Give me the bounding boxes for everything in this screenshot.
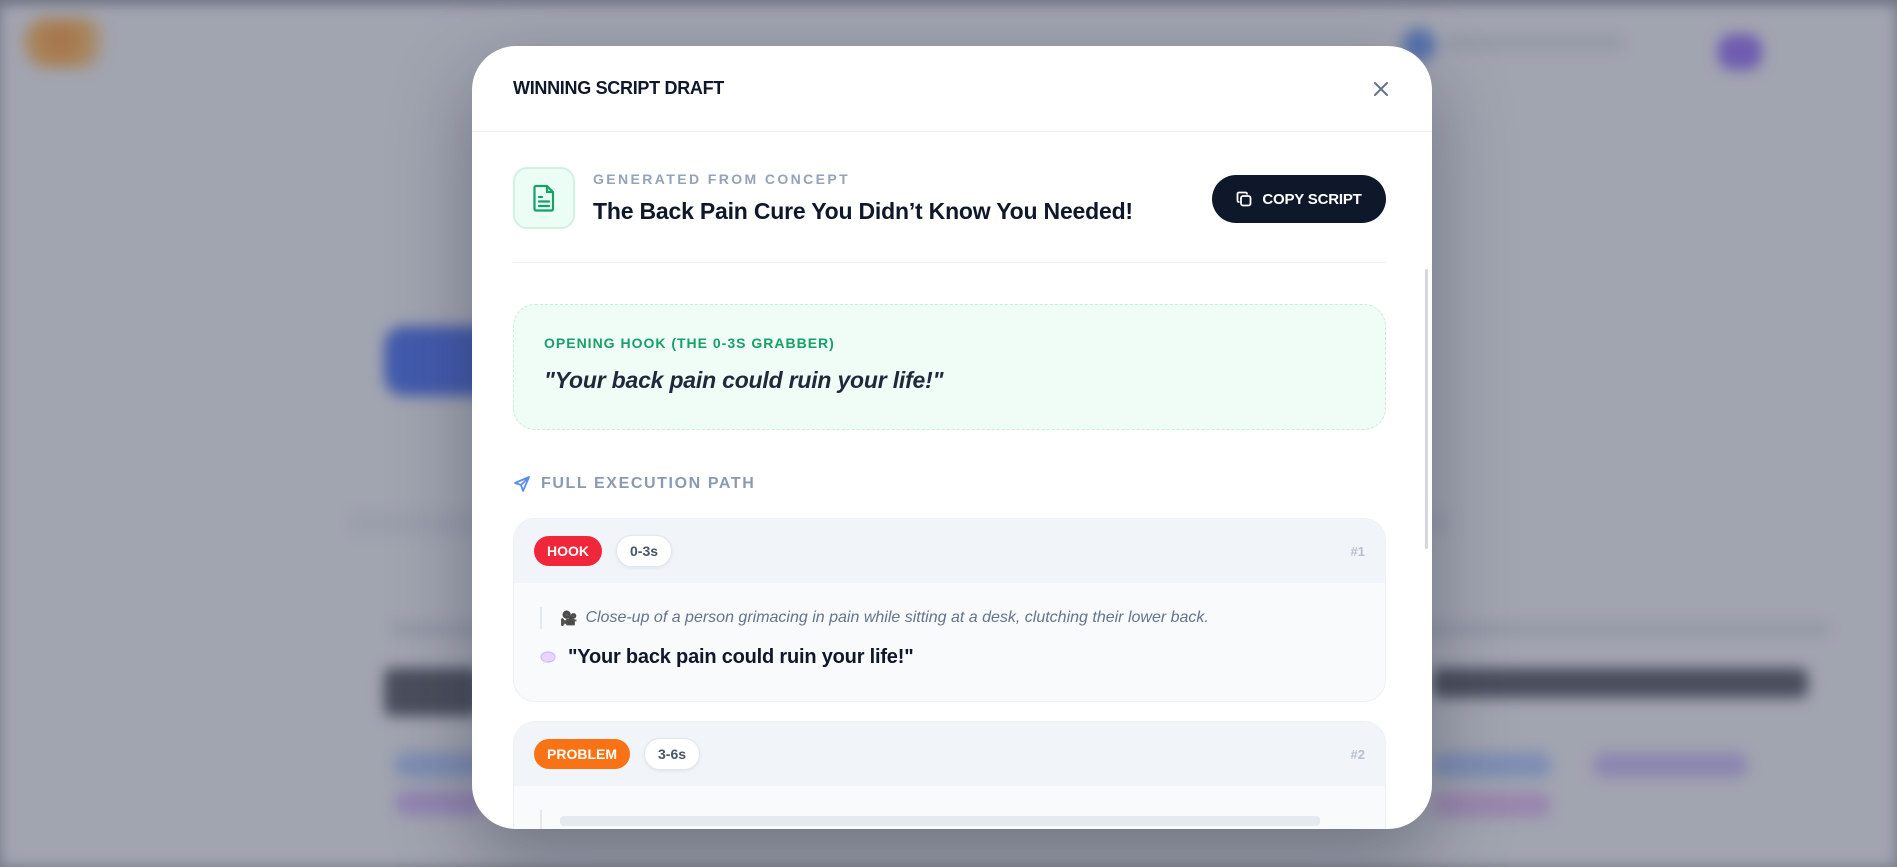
speech-bubble-icon: [540, 651, 556, 664]
step-time-chip: 3-6s: [644, 738, 701, 770]
script-step-card: PROBLEM 3-6s #2: [513, 721, 1386, 829]
document-icon: [533, 184, 555, 212]
copy-script-button[interactable]: COPY SCRIPT: [1212, 175, 1386, 223]
step-visual-text: Close-up of a person grimacing in pain w…: [585, 609, 1209, 626]
copy-icon: [1236, 191, 1252, 207]
film-camera-icon: 🎥: [560, 609, 578, 626]
script-step-header: HOOK 0-3s #1: [514, 519, 1385, 583]
step-voiceover-text: "Your back pain could ruin your life!": [568, 646, 914, 668]
opening-hook-quote: "Your back pain could ruin your life!": [544, 367, 944, 393]
document-icon-box: [513, 166, 575, 229]
step-visual-text-clipped: [560, 816, 1320, 826]
step-voiceover: "Your back pain could ruin your life!": [540, 646, 1359, 669]
step-visual-direction: [540, 810, 1359, 829]
script-step-body: 🎥 Close-up of a person grimacing in pain…: [514, 583, 1385, 701]
opening-hook-box: OPENING HOOK (THE 0-3S GRABBER) "Your ba…: [513, 304, 1386, 430]
execution-path-heading: FULL EXECUTION PATH: [513, 474, 1386, 494]
modal-scrollbar[interactable]: [1425, 269, 1428, 549]
modal-scroll-area[interactable]: GENERATED FROM CONCEPT The Back Pain Cur…: [472, 133, 1432, 829]
opening-hook-label: OPENING HOOK (THE 0-3S GRABBER): [544, 335, 835, 351]
send-icon: [514, 476, 530, 492]
concept-kicker: GENERATED FROM CONCEPT: [593, 170, 851, 187]
close-icon: [1374, 81, 1388, 96]
script-step-body: [514, 786, 1385, 829]
step-number: #1: [1350, 543, 1365, 559]
execution-path-label: FULL EXECUTION PATH: [541, 475, 756, 492]
close-button[interactable]: [1365, 73, 1397, 105]
modal-title: WINNING SCRIPT DRAFT: [513, 78, 724, 98]
modal-header: WINNING SCRIPT DRAFT: [472, 46, 1432, 132]
step-type-badge: HOOK: [534, 536, 602, 566]
script-step-header: PROBLEM 3-6s #2: [514, 722, 1385, 786]
concept-header: GENERATED FROM CONCEPT The Back Pain Cur…: [513, 133, 1386, 263]
step-type-badge: PROBLEM: [534, 739, 630, 769]
copy-script-label: COPY SCRIPT: [1262, 190, 1362, 208]
script-step-card: HOOK 0-3s #1 🎥 Close-up of a person grim…: [513, 518, 1386, 702]
step-visual-direction: 🎥 Close-up of a person grimacing in pain…: [540, 607, 1359, 629]
script-draft-modal: WINNING SCRIPT DRAFT GENERATED FROM CONC…: [472, 46, 1432, 829]
step-number: #2: [1350, 746, 1365, 762]
concept-title: The Back Pain Cure You Didn’t Know You N…: [593, 197, 1133, 224]
step-time-chip: 0-3s: [616, 535, 673, 567]
